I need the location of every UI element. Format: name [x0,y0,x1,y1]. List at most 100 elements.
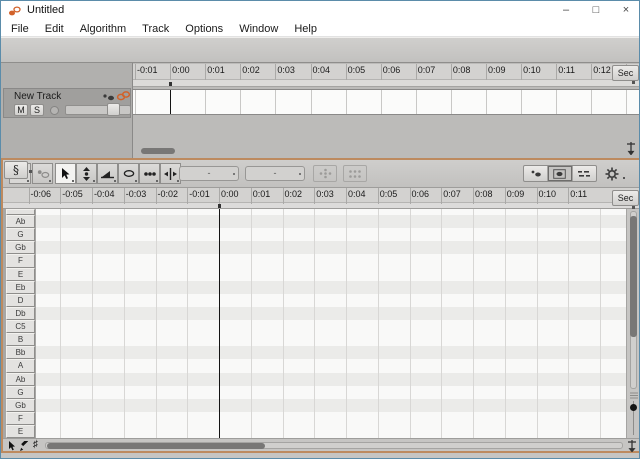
menu-item-algorithm[interactable]: Algorithm [72,23,134,35]
pitch-label-cell[interactable]: E [6,267,35,281]
quantize-time-button[interactable] [343,165,367,182]
note-separation-tool-button[interactable] [160,163,181,184]
app-icon [9,6,21,16]
show-outlined-blob-segment[interactable] [548,166,573,181]
track-ruler-tick-label: 0:04 [312,65,331,75]
menu-bar: File Edit Algorithm Track Options Window Help [1,21,639,37]
menu-item-window[interactable]: Window [231,23,286,35]
editor-ruler-tick-label: 0:07 [443,189,461,199]
mute-button[interactable]: M [14,104,28,116]
maximize-button[interactable]: □ [581,1,611,21]
pitch-label-cell[interactable]: A [6,359,35,373]
editor-grid-line [60,209,62,438]
editor-hscroll-thumb[interactable] [47,442,265,449]
ruler-subband [133,79,639,86]
pitch-label-cell[interactable]: F [6,254,35,268]
note-assignment-mode-button[interactable] [32,163,53,184]
track-ruler-tick [450,64,452,80]
note-grid[interactable] [36,209,626,438]
menu-item-file[interactable]: File [3,23,37,35]
main-tool-button[interactable] [55,163,76,184]
editor-ruler-tick [409,188,411,204]
clef-button[interactable]: § [4,161,32,179]
pitch-label-cell[interactable]: Ab [6,372,35,386]
show-single-blob-segment[interactable] [524,166,549,181]
editor-grid-line [377,209,379,438]
editor-ruler-tick [504,188,506,204]
pencil-mode-icon[interactable] [20,441,30,451]
gear-dropdown-dot[interactable] [623,177,625,179]
track-lane-gridline [240,90,242,114]
pitch-label-cell[interactable]: Gb [6,398,35,412]
timing-tool-button[interactable] [139,163,160,184]
close-button[interactable]: × [611,1,639,21]
menu-item-edit[interactable]: Edit [37,23,72,35]
sharp-mode-icon[interactable]: ♯ [33,439,38,450]
pitch-tool-button[interactable] [76,163,97,184]
track-blob-icon[interactable] [102,92,115,102]
track-height-resize-icon[interactable] [625,141,637,155]
editor-timeline-ruler[interactable]: -0:06 -0:05 -0:04 -0:03 -0:02 -0:01 0:00 0:01 0:… [3,188,639,209]
track-lane-gridline [275,90,277,114]
track-lane-gridline [450,90,452,114]
pitch-label-cell[interactable]: Db [6,306,35,320]
formant-tool-button[interactable] [97,163,118,184]
track-lane-gridline [626,90,628,114]
record-arm-button[interactable] [50,106,59,115]
editor-ruler-tick [346,188,347,204]
menu-item-track[interactable]: Track [134,23,177,35]
track-volume-track[interactable] [65,105,131,115]
minimize-button[interactable]: – [551,1,581,21]
editor-ruler-tick [536,188,538,204]
cursor-mode-icon[interactable] [8,441,16,451]
pitch-label-cell[interactable]: Bb [6,346,35,360]
pitch-label-cell[interactable]: E [6,425,35,439]
editor-body: Ab G Gb F E Eb D Db C5 B Bb A Ab G Gb F E [3,209,639,439]
menu-item-options[interactable]: Options [177,23,231,35]
solo-button[interactable]: S [30,104,44,116]
outlined-blob-icon [553,168,567,179]
track-ruler-tick [310,64,312,80]
track-lane[interactable] [133,89,639,115]
editor-height-resize-icon[interactable] [626,439,638,452]
show-multi-blob-segment[interactable] [573,166,596,181]
track-header[interactable]: New Track M S [3,88,131,118]
title-bar: Untitled – □ × [1,1,639,21]
editor-ruler-unit-button[interactable]: Sec [612,190,639,209]
track-ruler-tick-label: 0:11 [558,65,576,75]
amplitude-tool-icon [123,170,134,177]
pitch-label-cell[interactable]: B [6,333,35,347]
track-name[interactable]: New Track [14,91,61,102]
editor-vscroll-thumb[interactable] [630,216,637,337]
pitch-label-cell[interactable]: C5 [6,320,35,334]
track-ruler-tick [275,64,277,80]
window-title: Untitled [27,4,65,16]
main-toolbar: ● ■ ▶ 00:00:00.00 - ▲ - . [1,37,639,97]
pitch-label-cell[interactable]: G [6,385,35,399]
track-lane-gridline [521,90,523,114]
track-hscroll-thumb[interactable] [141,148,175,154]
amplitude-tool-button[interactable] [118,163,139,184]
correct-pitch-button[interactable] [313,165,337,182]
settings-gear-icon[interactable] [605,167,619,181]
pitch-label-cell[interactable]: Eb [6,280,35,294]
algorithm-link-icon[interactable] [116,90,131,102]
pitch-label-cell[interactable]: Gb [6,241,35,255]
pitch-label-cell[interactable]: G [6,228,35,242]
pitch-label-cell[interactable]: F [6,411,35,425]
track-ruler-tick [170,64,172,80]
time-grid-dropdown[interactable]: - [245,166,305,181]
pitch-grid-dropdown[interactable]: - [179,166,239,181]
track-volume-handle[interactable] [107,103,120,116]
editor-grid-line [282,209,284,438]
editor-ruler-tick [123,188,125,204]
editor-ruler-tick [282,188,284,204]
menu-item-help[interactable]: Help [286,23,325,35]
track-ruler-tick-label: 0:09 [488,65,506,75]
pitch-label-cell[interactable]: D [6,293,35,307]
track-ruler-unit-button[interactable]: Sec [612,65,639,84]
track-ruler-tick-label: 0:08 [452,65,471,75]
vzoom-slider-handle[interactable] [630,404,637,411]
track-timeline-ruler[interactable]: -0:01 0:00 0:01 0:02 0:03 0:04 0:05 0:06 0:07 0:0… [133,64,639,87]
pitch-label-cell[interactable]: Ab [6,215,35,229]
